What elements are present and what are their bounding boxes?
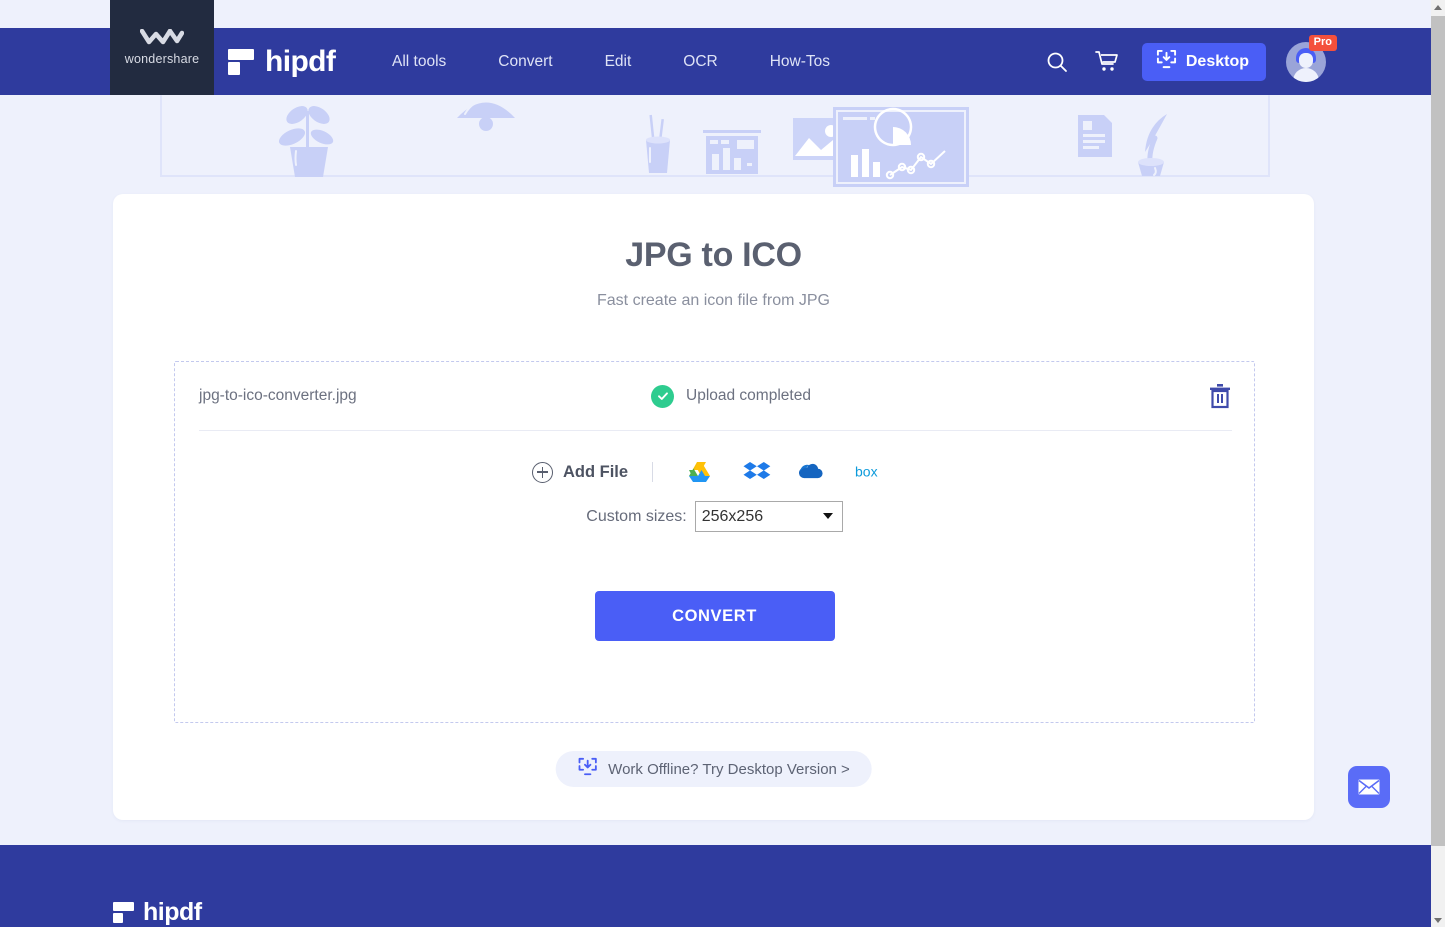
brand-name: hipdf xyxy=(265,44,336,78)
wondershare-label: wondershare xyxy=(124,52,200,66)
file-row: jpg-to-ico-converter.jpg Upload complete… xyxy=(199,362,1232,431)
add-file-button[interactable]: Add File xyxy=(531,461,629,483)
nav-link-edit[interactable]: Edit xyxy=(579,28,658,95)
add-file-label: Add File xyxy=(562,462,629,481)
custom-size-select-wrap: 256x256 xyxy=(694,501,843,532)
nav-links: All tools Convert Edit OCR How-Tos xyxy=(366,28,856,95)
search-icon[interactable] xyxy=(1042,47,1072,77)
pencil-cup-icon xyxy=(646,114,670,173)
box-icon[interactable]: box xyxy=(855,459,883,485)
custom-size-row: Custom sizes: 256x256 xyxy=(175,501,1254,532)
scrollbar-down-arrow[interactable] xyxy=(1431,913,1445,927)
shelf-right-edge xyxy=(1268,95,1270,177)
top-navbar: hipdf All tools Convert Edit OCR How-Tos… xyxy=(0,28,1431,95)
brand-logo-link[interactable]: hipdf xyxy=(228,44,336,79)
plant-icon xyxy=(278,106,334,177)
scrollbar-thumb[interactable] xyxy=(1431,16,1445,846)
small-chart-icon xyxy=(703,130,761,174)
upload-status-text: Upload completed xyxy=(686,387,811,404)
offline-desktop-pill[interactable]: Work Offline? Try Desktop Version > xyxy=(555,751,872,787)
desktop-download-icon xyxy=(1156,49,1177,75)
file-name: jpg-to-ico-converter.jpg xyxy=(199,387,357,404)
lamp-icon xyxy=(457,102,515,131)
navbar-actions: Desktop Pro xyxy=(1042,34,1337,82)
convert-button[interactable]: CONVERT xyxy=(594,591,835,641)
dropbox-icon[interactable] xyxy=(743,459,771,485)
custom-sizes-label: Custom sizes: xyxy=(586,507,687,525)
upload-status: Upload completed xyxy=(651,384,811,408)
plus-icon xyxy=(531,461,553,483)
desktop-button-label: Desktop xyxy=(1185,52,1249,70)
svg-text:box: box xyxy=(855,464,878,480)
check-icon xyxy=(651,384,674,408)
desktop-button[interactable]: Desktop xyxy=(1141,42,1266,81)
nav-link-how-tos[interactable]: How-Tos xyxy=(744,28,856,95)
shelf-left-edge xyxy=(160,95,162,177)
page-subtitle: Fast create an icon file from JPG xyxy=(597,292,830,309)
scrollbar-up-arrow[interactable] xyxy=(1431,0,1445,14)
nav-link-all-tools[interactable]: All tools xyxy=(366,28,472,95)
nav-link-ocr[interactable]: OCR xyxy=(657,28,743,95)
quill-icon xyxy=(1138,114,1167,176)
main-card: JPG to ICO Fast create an icon file from… xyxy=(113,194,1314,820)
cart-icon[interactable] xyxy=(1092,47,1122,77)
page-root: hipdf All tools Convert Edit OCR How-Tos… xyxy=(0,0,1431,927)
footer-brand[interactable]: hipdf xyxy=(113,898,202,927)
add-file-row: Add File box xyxy=(175,459,1254,485)
envelope-icon xyxy=(1358,779,1380,795)
mail-widget[interactable] xyxy=(1348,766,1390,808)
pro-badge: Pro xyxy=(1308,34,1337,51)
upload-dropzone[interactable]: jpg-to-ico-converter.jpg Upload complete… xyxy=(174,361,1255,723)
wondershare-badge[interactable]: wondershare xyxy=(110,0,214,95)
dashboard-icon xyxy=(833,107,969,187)
hipdf-footer-logo-icon xyxy=(113,902,134,923)
delete-file-icon[interactable] xyxy=(1208,383,1232,409)
onedrive-icon[interactable] xyxy=(799,459,827,485)
footer-brand-name: hipdf xyxy=(143,898,202,926)
offline-pill-label: Work Offline? Try Desktop Version > xyxy=(608,760,850,778)
desktop-download-small-icon xyxy=(577,757,597,782)
nav-link-convert[interactable]: Convert xyxy=(472,28,578,95)
footer: hipdf Home Pricing Help Privacy English xyxy=(0,845,1431,927)
divider xyxy=(652,462,654,482)
wondershare-logo-icon xyxy=(139,28,185,45)
avatar[interactable]: Pro xyxy=(1286,34,1337,82)
custom-size-select[interactable]: 256x256 xyxy=(694,501,843,532)
google-drive-icon[interactable] xyxy=(687,459,715,485)
hipdf-logo-icon xyxy=(228,48,254,75)
page-title: JPG to ICO xyxy=(625,236,802,274)
document-icon xyxy=(1078,115,1112,157)
page-scrollbar[interactable] xyxy=(1431,0,1445,927)
